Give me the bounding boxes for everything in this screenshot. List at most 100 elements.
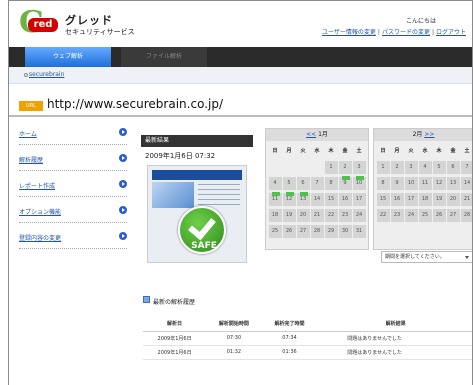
calendar-day[interactable]: 28 bbox=[310, 225, 324, 238]
calendar-day[interactable]: 27 bbox=[446, 209, 460, 222]
calendar-day[interactable]: 21 bbox=[310, 209, 324, 222]
logout-link[interactable]: ログアウト bbox=[436, 29, 466, 36]
calendar-day[interactable]: 6 bbox=[446, 161, 460, 174]
sidebar-item-report[interactable]: レポート作成 bbox=[19, 173, 127, 197]
calendar-day[interactable]: 15 bbox=[324, 193, 338, 206]
tab-web-analysis[interactable]: ウェブ解析 bbox=[25, 47, 111, 67]
calendar-day[interactable]: 3 bbox=[404, 161, 418, 174]
calendar-day[interactable]: 19 bbox=[282, 209, 296, 222]
calendar-day[interactable]: 23 bbox=[338, 209, 352, 222]
brand-title: グレッド bbox=[65, 14, 113, 27]
calendar-day[interactable]: 27 bbox=[296, 225, 310, 238]
calendar-day[interactable]: 16 bbox=[390, 193, 404, 206]
sidebar-item-history[interactable]: 解析履歴 bbox=[19, 147, 127, 171]
calendar-day[interactable]: 18 bbox=[418, 193, 432, 206]
next-month-link[interactable]: >> bbox=[424, 131, 434, 138]
calendar-day[interactable]: 28 bbox=[460, 209, 472, 222]
calendar-day[interactable]: 4 bbox=[418, 161, 432, 174]
calendar-day[interactable]: 2 bbox=[390, 161, 404, 174]
calendar-empty-cell bbox=[268, 160, 282, 174]
site-thumbnail[interactable]: SAFE bbox=[147, 165, 247, 263]
calendar-day[interactable]: 5 bbox=[432, 161, 446, 174]
calendar-day[interactable]: 14 bbox=[310, 193, 324, 206]
tab-file-analysis[interactable]: ファイル解析 bbox=[121, 47, 207, 67]
calendar-day[interactable]: 10 bbox=[404, 177, 418, 190]
calendar-empty-cell bbox=[296, 160, 310, 174]
arrow-right-icon bbox=[119, 232, 127, 240]
calendar-day[interactable]: 14 bbox=[460, 177, 472, 190]
calendar-day[interactable]: 12 bbox=[432, 177, 446, 190]
calendar-day[interactable]: 8 bbox=[324, 177, 338, 190]
header: G red グレッド セキュリティサービス こんにちは ユーザー情報の変更|パス… bbox=[9, 1, 472, 45]
calendar-day-with-scan[interactable]: 5 bbox=[282, 177, 296, 196]
calendar-week: 8 9 10 11 12 13 14 bbox=[376, 176, 472, 192]
url-badge: URL bbox=[19, 101, 43, 111]
calendar-day[interactable]: 21 bbox=[460, 193, 472, 206]
latest-result-heading: 最新結果 bbox=[141, 135, 253, 147]
calendar-day[interactable]: 25 bbox=[268, 225, 282, 238]
sidebar-item-home[interactable]: ホーム bbox=[19, 121, 127, 145]
calendar-week: 11 12 13 14 15 16 17 bbox=[268, 192, 368, 208]
calendar-day[interactable]: 16 bbox=[338, 193, 352, 206]
sidebar-item-options[interactable]: オプション機能 bbox=[19, 199, 127, 223]
table-cell: 07:34 bbox=[261, 331, 318, 346]
calendar-dow-row: 日月火水木金土 bbox=[268, 144, 368, 160]
calendar-day-with-scan[interactable]: 6 bbox=[296, 177, 310, 196]
table-row[interactable]: 2009年1月6日 01:32 01:36 問題はありませんでした bbox=[143, 345, 472, 360]
analyzed-url: http://www.securebrain.co.jp/ bbox=[47, 97, 224, 111]
table-cell: 01:32 bbox=[206, 345, 262, 360]
calendar-day[interactable]: 13 bbox=[446, 177, 460, 190]
calendar-day[interactable]: 1 bbox=[324, 161, 338, 174]
calendar-day[interactable]: 30 bbox=[338, 225, 352, 238]
calendar-day[interactable]: 24 bbox=[404, 209, 418, 222]
url-row: URL http://www.securebrain.co.jp/ bbox=[9, 93, 472, 117]
calendar-day[interactable]: 7 bbox=[310, 177, 324, 190]
calendar-day[interactable]: 29 bbox=[324, 225, 338, 238]
calendar-day[interactable]: 1 bbox=[376, 161, 390, 174]
calendar-day[interactable]: 11 bbox=[418, 177, 432, 190]
calendar-day[interactable]: 23 bbox=[390, 209, 404, 222]
prev-month-link[interactable]: << bbox=[306, 131, 316, 138]
calendar-day-with-scan[interactable]: 3 bbox=[352, 161, 366, 180]
calendar-day[interactable]: 18 bbox=[268, 209, 282, 222]
calendar-empty-cell bbox=[282, 160, 296, 174]
sidebar: ホーム 解析履歴 レポート作成 オプション機能 登録内容の変更 bbox=[9, 121, 135, 385]
gred-logo[interactable]: G red bbox=[19, 8, 58, 38]
calendar-day[interactable]: 8 bbox=[376, 177, 390, 190]
calendar-day[interactable]: 24 bbox=[352, 209, 366, 222]
calendar-day[interactable]: 25 bbox=[418, 209, 432, 222]
calendar-dow: 金 bbox=[342, 148, 348, 154]
calendar-day[interactable]: 31 bbox=[352, 225, 366, 238]
thumbnail-image bbox=[152, 182, 194, 208]
password-change-link[interactable]: パスワードの変更 bbox=[382, 29, 430, 36]
user-info-link[interactable]: ユーザー情報の変更 bbox=[322, 29, 376, 36]
calendar-day[interactable]: 26 bbox=[282, 225, 296, 238]
calendar-dow: 木 bbox=[436, 148, 442, 154]
calendar-day-with-scan[interactable]: 4 bbox=[268, 177, 282, 196]
securebrain-link[interactable]: securebrain bbox=[29, 71, 64, 78]
calendar-day[interactable]: 7 bbox=[460, 161, 472, 174]
sidebar-item-label: 解析履歴 bbox=[19, 157, 44, 164]
period-select[interactable]: 期間を選択してください。 bbox=[381, 251, 472, 263]
table-cell: 07:30 bbox=[206, 331, 262, 346]
calendar-day[interactable]: 19 bbox=[432, 193, 446, 206]
calendar-day[interactable]: 26 bbox=[432, 209, 446, 222]
calendar-day[interactable]: 20 bbox=[446, 193, 460, 206]
calendar-week: 123 bbox=[268, 160, 368, 180]
table-header-row: 解析日 解析開始時間 解析完了時間 解析結果 bbox=[143, 317, 472, 332]
calendar-day[interactable]: 20 bbox=[296, 209, 310, 222]
calendar-day[interactable]: 22 bbox=[376, 209, 390, 222]
calendar-header: << 1月 bbox=[266, 129, 368, 141]
calendar-day[interactable]: 9 bbox=[390, 177, 404, 190]
calendar-day[interactable]: 17 bbox=[352, 193, 366, 206]
calendar-february: 2月 >> 日月火水木金土 1 2 3 4 5 6 7 8 9 10 11 12 13 14 15 16 17 18… bbox=[373, 128, 472, 250]
calendar-month-label: 2月 bbox=[412, 131, 423, 138]
calendar-dow: 水 bbox=[422, 148, 428, 154]
sidebar-item-registration[interactable]: 登録内容の変更 bbox=[19, 225, 127, 249]
calendar-day[interactable]: 15 bbox=[376, 193, 390, 206]
header-links: ユーザー情報の変更 | パスワードの変更 | ログアウト bbox=[322, 29, 466, 36]
calendar-day[interactable]: 17 bbox=[404, 193, 418, 206]
calendar-day-with-scan[interactable]: 2 bbox=[338, 161, 352, 180]
table-row[interactable]: 2009年1月6日 07:30 07:34 問題はありませんでした bbox=[143, 331, 472, 346]
calendar-day[interactable]: 22 bbox=[324, 209, 338, 222]
